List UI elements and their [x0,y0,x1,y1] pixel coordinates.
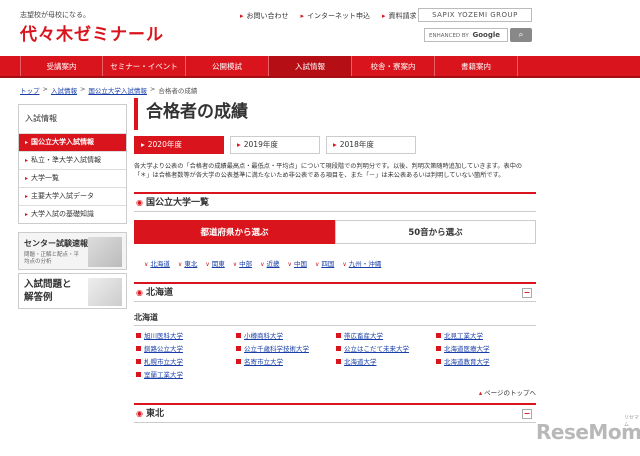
section-hokkaido-title: 北海道 [145,288,173,299]
region-chubu[interactable]: 中部 [233,258,252,268]
internet-apply-link[interactable]: インターネット申込 [301,11,370,21]
university-link[interactable]: 北海道教育大学 [436,356,536,366]
tab-by-prefecture[interactable]: 都道府県から選ぶ [134,220,335,245]
sidebar-item-national[interactable]: 国公立大学入試情報 [19,133,126,151]
main-content: 合格者の成績 2020年度 2019年度 2018年度 各大学より公表の「合格者… [134,98,536,424]
page-top-link[interactable]: ページのトップへ [134,387,536,397]
select-tabs: 都道府県から選ぶ 50音から選ぶ [134,220,536,245]
resemom-watermark: ReseMom リセマム [536,415,640,444]
university-link[interactable]: 北海道大学 [336,356,436,366]
nav-item-books[interactable]: 書籍案内 [435,56,518,76]
site-logo[interactable]: 代々木ゼミナール [20,20,164,45]
breadcrumb-sep: > [79,85,86,93]
region-kanto[interactable]: 関東 [205,258,225,268]
magnifier-icon: ⌕ [518,30,524,40]
breadcrumb-national[interactable]: 国公立大学入試情報 [88,85,147,95]
breadcrumb-home[interactable]: トップ [20,85,40,95]
center-exam-banner-title: センター試験速報 [24,239,88,248]
breadcrumb: トップ > 入試情報 > 国公立大学入試情報 > 合格者の成績 [20,85,197,95]
breadcrumb-sep: > [42,85,48,93]
university-link[interactable]: 公立千歳科学技術大学 [236,343,336,353]
circle-arrow-icon: ◉ [136,409,143,419]
nav-item-mock-exam[interactable]: 公開模試 [186,56,269,76]
section-tohoku: ◉ 東北 − [134,403,536,424]
university-link[interactable]: 室蘭工業大学 [136,369,236,379]
university-link[interactable]: 帯広畜産大学 [336,330,436,340]
sidebar-item-basics[interactable]: 大学入試の基礎知識 [19,205,126,223]
university-link[interactable]: 釧路公立大学 [136,343,236,353]
nav-item-seminar[interactable]: セミナー・イベント [103,56,186,76]
university-link[interactable]: 札幌市立大学 [136,356,236,366]
region-kinki[interactable]: 近畿 [260,258,280,268]
sidebar-title: 入試情報 [25,114,57,123]
sidebar: 入試情報 国公立大学入試情報 私立・準大学入試情報 大学一覧 主要大学入試データ… [18,104,127,309]
watermark-ruby: リセマム [624,415,640,428]
collapse-icon[interactable]: − [522,409,532,420]
brochure-request-link[interactable]: 資料請求 [382,11,417,21]
exam-problems-banner[interactable]: 入試問題と 解答例 [18,273,127,309]
center-exam-banner[interactable]: センター試験速報 問題・正解と配点・平均点の分析 [18,232,127,270]
banner2-line1: 入試問題と [24,279,72,290]
region-tohoku[interactable]: 東北 [178,258,197,268]
center-exam-banner-sub: 問題・正解と配点・平均点の分析 [24,252,80,265]
banner-image [88,278,122,306]
nav-item-campus[interactable]: 校舎・寮案内 [352,56,435,76]
year-tabs: 2020年度 2019年度 2018年度 [134,136,536,154]
sidebar-menu: 入試情報 国公立大学入試情報 私立・準大学入試情報 大学一覧 主要大学入試データ… [18,104,127,224]
university-link[interactable]: 小樽商科大学 [236,330,336,340]
collapse-icon[interactable]: − [522,288,532,299]
university-list: 旭川医科大学 小樽商科大学 帯広畜産大学 北見工業大学 釧路公立大学 公立千歳科… [134,330,536,379]
sidebar-item-univ-list[interactable]: 大学一覧 [19,169,126,187]
banner-image [88,237,122,267]
sapix-group-banner[interactable]: SAPIX YOZEMI GROUP [418,8,532,22]
tab-by-kana[interactable]: 50音から選ぶ [335,220,536,245]
section-univ-list-title: 国公立大学一覧 [145,198,209,209]
page-title: 合格者の成績 [134,98,536,130]
breadcrumb-exam-info[interactable]: 入試情報 [51,85,77,95]
search-input[interactable]: ENHANCED BY Google [424,28,508,42]
section-hokkaido: ◉ 北海道 − [134,282,536,303]
search-button[interactable]: ⌕ [510,28,532,42]
university-link[interactable]: 旭川医科大学 [136,330,236,340]
contact-link[interactable]: お問い合わせ [240,11,289,21]
circle-arrow-icon: ◉ [136,288,143,298]
site-header: 志望校が母校になる。 代々木ゼミナール お問い合わせ インターネット申込 資料請… [0,0,640,55]
section-tohoku-title: 東北 [145,409,164,420]
global-nav: 受講案内 セミナー・イベント 公開模試 入試情報 校舎・寮案内 書籍案内 [0,56,640,78]
region-chugoku[interactable]: 中国 [288,258,307,268]
breadcrumb-sep: > [149,85,156,93]
year-tab-2019[interactable]: 2019年度 [230,136,320,154]
region-kyushu[interactable]: 九州・沖縄 [342,258,382,268]
tagline: 志望校が母校になる。 [20,11,90,19]
university-link[interactable]: 名寄市立大学 [236,356,336,366]
region-links: 北海道 東北 関東 中部 近畿 中国 四国 九州・沖縄 [134,252,536,272]
nav-item-exam-info[interactable]: 入試情報 [269,56,352,76]
hokkaido-subheading: 北海道 [134,312,536,327]
region-shikoku[interactable]: 四国 [315,258,334,268]
university-link[interactable]: 公立はこだて未来大学 [336,343,436,353]
section-univ-list: ◉ 国公立大学一覧 [134,192,536,213]
sidebar-item-data[interactable]: 主要大学入試データ [19,187,126,205]
top-links: お問い合わせ インターネット申込 資料請求 [240,11,417,21]
university-link[interactable]: 北海道医療大学 [436,343,536,353]
exam-problems-banner-title: 入試問題と 解答例 [24,278,72,304]
nav-item-course[interactable]: 受講案内 [20,56,103,76]
sidebar-item-private[interactable]: 私立・準大学入試情報 [19,151,126,169]
banner2-line2: 解答例 [24,292,53,303]
circle-arrow-icon: ◉ [136,198,143,208]
region-hokkaido[interactable]: 北海道 [144,258,170,268]
notice-text: 各大学より公表の「合格者の成績最高点・最低点・平均点」について現段階での判明分で… [134,163,523,179]
year-tab-2020[interactable]: 2020年度 [134,136,224,154]
breadcrumb-current: 合格者の成績 [158,87,198,95]
university-link[interactable]: 北見工業大学 [436,330,536,340]
google-label: Google [472,31,501,39]
year-tab-2018[interactable]: 2018年度 [326,136,416,154]
